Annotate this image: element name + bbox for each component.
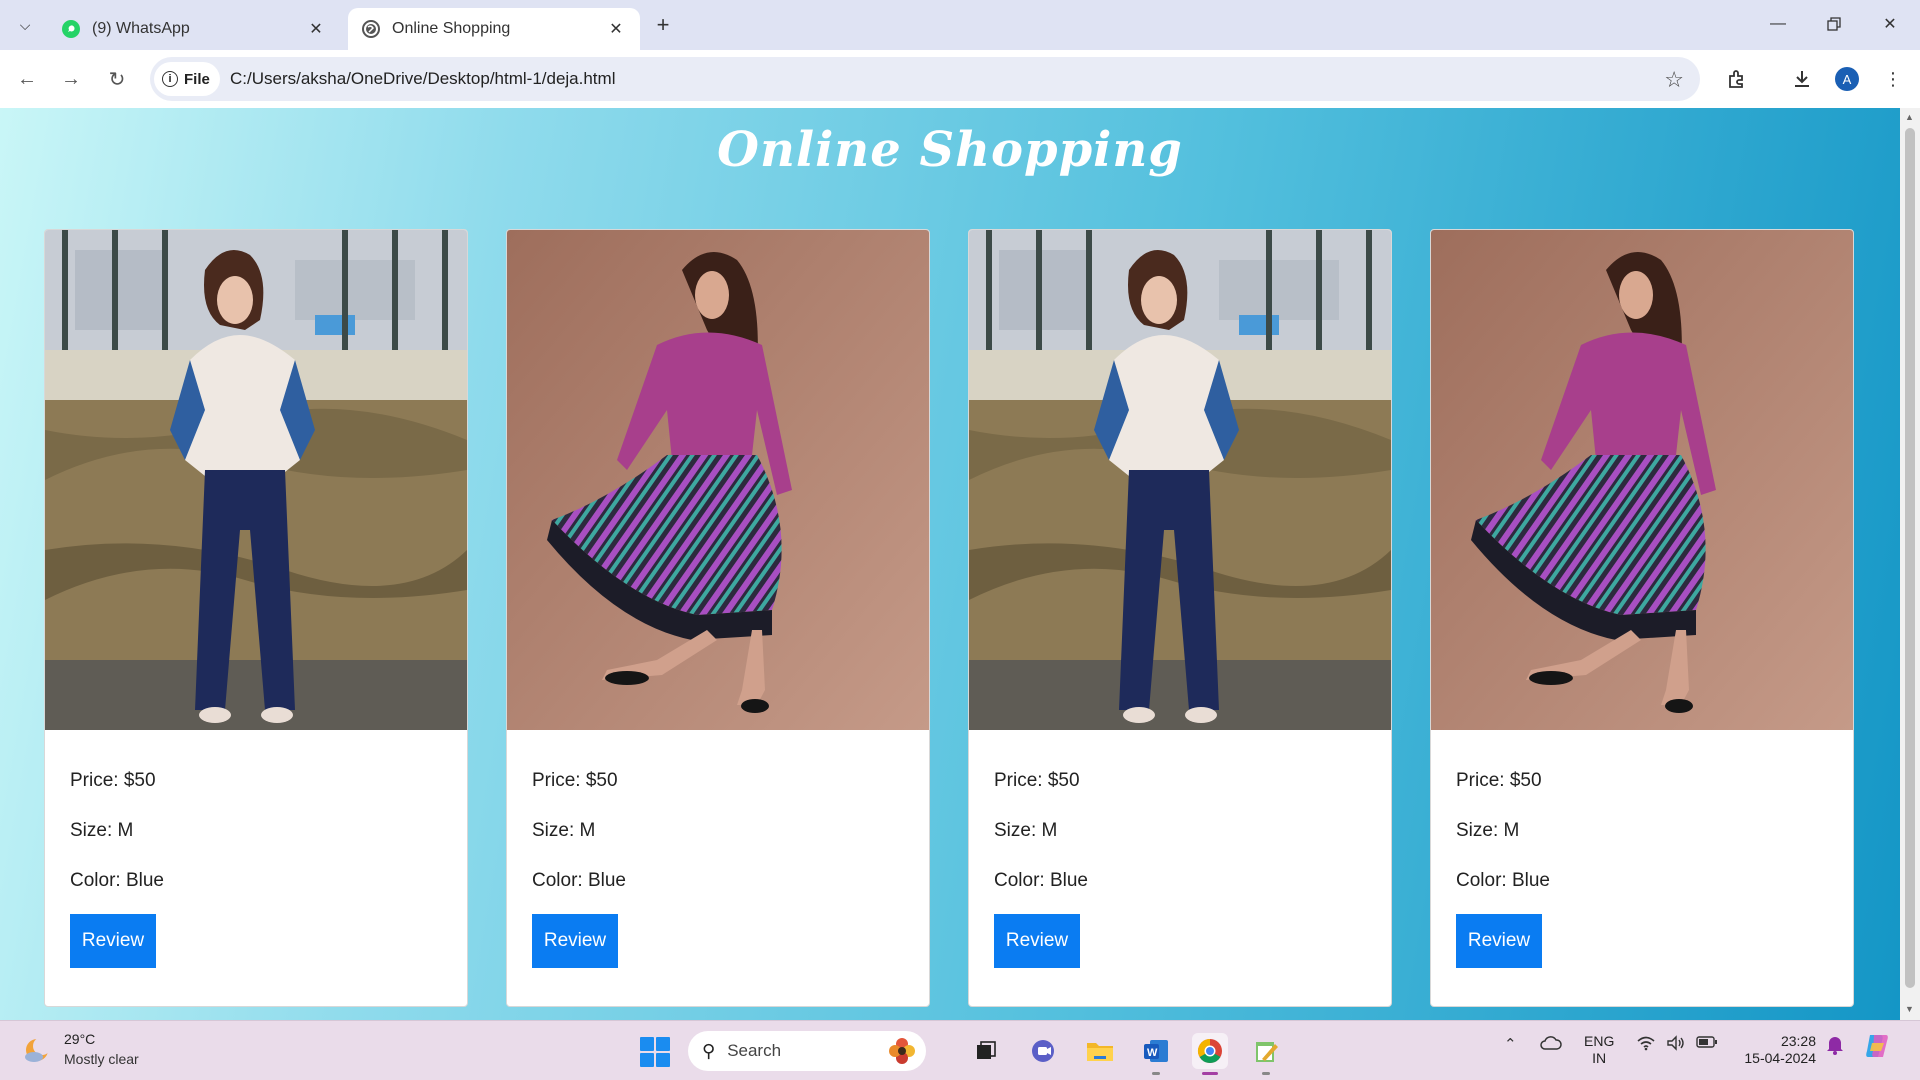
search-placeholder: Search [727, 1041, 782, 1060]
word-icon[interactable]: W [1138, 1033, 1174, 1075]
woman-denim-jacket-photo [969, 230, 1391, 730]
tab-search-button[interactable]: ⌵ [10, 10, 40, 40]
page-title: Online Shopping [717, 122, 1183, 178]
scheme-label: File [184, 70, 210, 88]
search-icon: ⚲ [702, 1040, 716, 1061]
restore-icon[interactable] [1814, 8, 1854, 40]
scroll-up-icon[interactable]: ▲ [1905, 112, 1914, 122]
product-color: Color: Blue [70, 870, 164, 891]
new-tab-icon[interactable]: + [650, 12, 676, 38]
active-indicator [1202, 1072, 1218, 1075]
running-indicator [1262, 1072, 1270, 1075]
tab-title: (9) WhatsApp [92, 20, 190, 37]
notification-bell-icon[interactable] [1826, 1035, 1844, 1055]
address-bar[interactable]: i File C:/Users/aksha/OneDrive/Desktop/h… [150, 57, 1700, 101]
region-code: IN [1592, 1050, 1607, 1066]
product-price: Price: $50 [994, 770, 1080, 791]
product-card: Price: $50 Size: M Color: Blue Review [44, 229, 468, 1007]
product-card: Price: $50 Size: M Color: Blue Review [1430, 229, 1854, 1007]
windows-start-icon[interactable] [640, 1037, 670, 1067]
product-color: Color: Blue [532, 870, 626, 891]
product-size: Size: M [70, 820, 134, 841]
chevron-down-icon: ⌵ [19, 16, 31, 33]
product-color: Color: Blue [994, 870, 1088, 891]
product-price: Price: $50 [70, 770, 156, 791]
menu-kebab-icon[interactable]: ⋮ [1878, 64, 1908, 94]
svg-text:W: W [1147, 1047, 1158, 1059]
weather-temperature: 29°C [64, 1031, 96, 1047]
chevron-up-icon[interactable]: ⌃ [1504, 1035, 1517, 1053]
task-view-icon[interactable] [968, 1033, 1004, 1069]
site-info-chip[interactable]: i File [154, 62, 220, 96]
window-close-icon[interactable]: ✕ [1870, 8, 1910, 40]
globe-icon [362, 20, 380, 38]
product-size: Size: M [994, 820, 1058, 841]
clock-date: 15-04-2024 [1744, 1050, 1816, 1066]
download-icon[interactable] [1787, 64, 1817, 94]
close-icon[interactable]: ✕ [306, 19, 326, 39]
woman-denim-jacket-photo [45, 230, 467, 730]
wifi-icon[interactable] [1636, 1035, 1656, 1051]
scroll-down-icon[interactable]: ▼ [1905, 1004, 1914, 1014]
taskbar-search[interactable]: ⚲ Search [688, 1031, 926, 1071]
product-card: Price: $50 Size: M Color: Blue Review [506, 229, 930, 1007]
scrollbar-thumb[interactable] [1905, 128, 1915, 988]
browser-toolbar: ← → ↻ i File C:/Users/aksha/OneDrive/Des… [0, 50, 1920, 108]
weather-moon-icon[interactable] [22, 1035, 52, 1065]
page-scrollbar[interactable]: ▲ ▼ [1900, 108, 1920, 1020]
teams-meet-icon[interactable] [1026, 1033, 1062, 1069]
review-button[interactable]: Review [1456, 914, 1542, 968]
chrome-icon[interactable] [1192, 1033, 1228, 1075]
url-text[interactable]: C:/Users/aksha/OneDrive/Desktop/html-1/d… [230, 69, 615, 89]
forward-icon[interactable]: → [56, 64, 86, 94]
search-highlight-icon [889, 1038, 915, 1064]
tab-online-shopping[interactable]: Online Shopping ✕ [348, 8, 640, 50]
clock-time: 23:28 [1780, 1033, 1816, 1049]
running-indicator [1152, 1072, 1160, 1075]
tab-strip: ⌵ (9) WhatsApp ✕ Online Shopping ✕ + — ✕ [0, 0, 1920, 50]
extensions-icon[interactable] [1722, 64, 1752, 94]
review-button[interactable]: Review [994, 914, 1080, 968]
info-icon: i [162, 71, 178, 87]
product-color: Color: Blue [1456, 870, 1550, 891]
battery-icon[interactable] [1696, 1035, 1718, 1049]
windows-taskbar: 29°C Mostly clear ⚲ Search W ⌃ ENG IN 23… [0, 1020, 1920, 1080]
woman-striped-skirt-photo [1431, 230, 1853, 730]
weather-description: Mostly clear [64, 1051, 139, 1067]
woman-striped-skirt-photo [507, 230, 929, 730]
copilot-icon[interactable] [1862, 1031, 1892, 1061]
reload-icon[interactable]: ↻ [102, 64, 132, 94]
review-button[interactable]: Review [70, 914, 156, 968]
tab-whatsapp[interactable]: (9) WhatsApp ✕ [48, 8, 340, 50]
minimize-icon[interactable]: — [1758, 8, 1798, 40]
language-indicator[interactable]: ENG IN [1584, 1033, 1614, 1067]
close-icon[interactable]: ✕ [606, 19, 626, 39]
whatsapp-icon [62, 20, 80, 38]
product-price: Price: $50 [532, 770, 618, 791]
system-clock[interactable]: 23:28 15-04-2024 [1736, 1033, 1816, 1067]
tab-title: Online Shopping [392, 20, 511, 37]
bookmark-star-icon[interactable]: ☆ [1664, 67, 1684, 93]
product-size: Size: M [532, 820, 596, 841]
profile-avatar[interactable]: A [1835, 67, 1859, 91]
file-explorer-icon[interactable] [1082, 1033, 1118, 1069]
review-button[interactable]: Review [532, 914, 618, 968]
product-size: Size: M [1456, 820, 1520, 841]
product-price: Price: $50 [1456, 770, 1542, 791]
page-viewport: Online Shopping Price: $50 Size: M Color… [0, 108, 1900, 1020]
onedrive-sync-icon[interactable] [1540, 1035, 1562, 1051]
notepad-icon[interactable] [1248, 1033, 1284, 1075]
product-card: Price: $50 Size: M Color: Blue Review [968, 229, 1392, 1007]
back-icon[interactable]: ← [12, 64, 42, 94]
language-code: ENG [1584, 1033, 1615, 1049]
volume-icon[interactable] [1666, 1035, 1686, 1051]
